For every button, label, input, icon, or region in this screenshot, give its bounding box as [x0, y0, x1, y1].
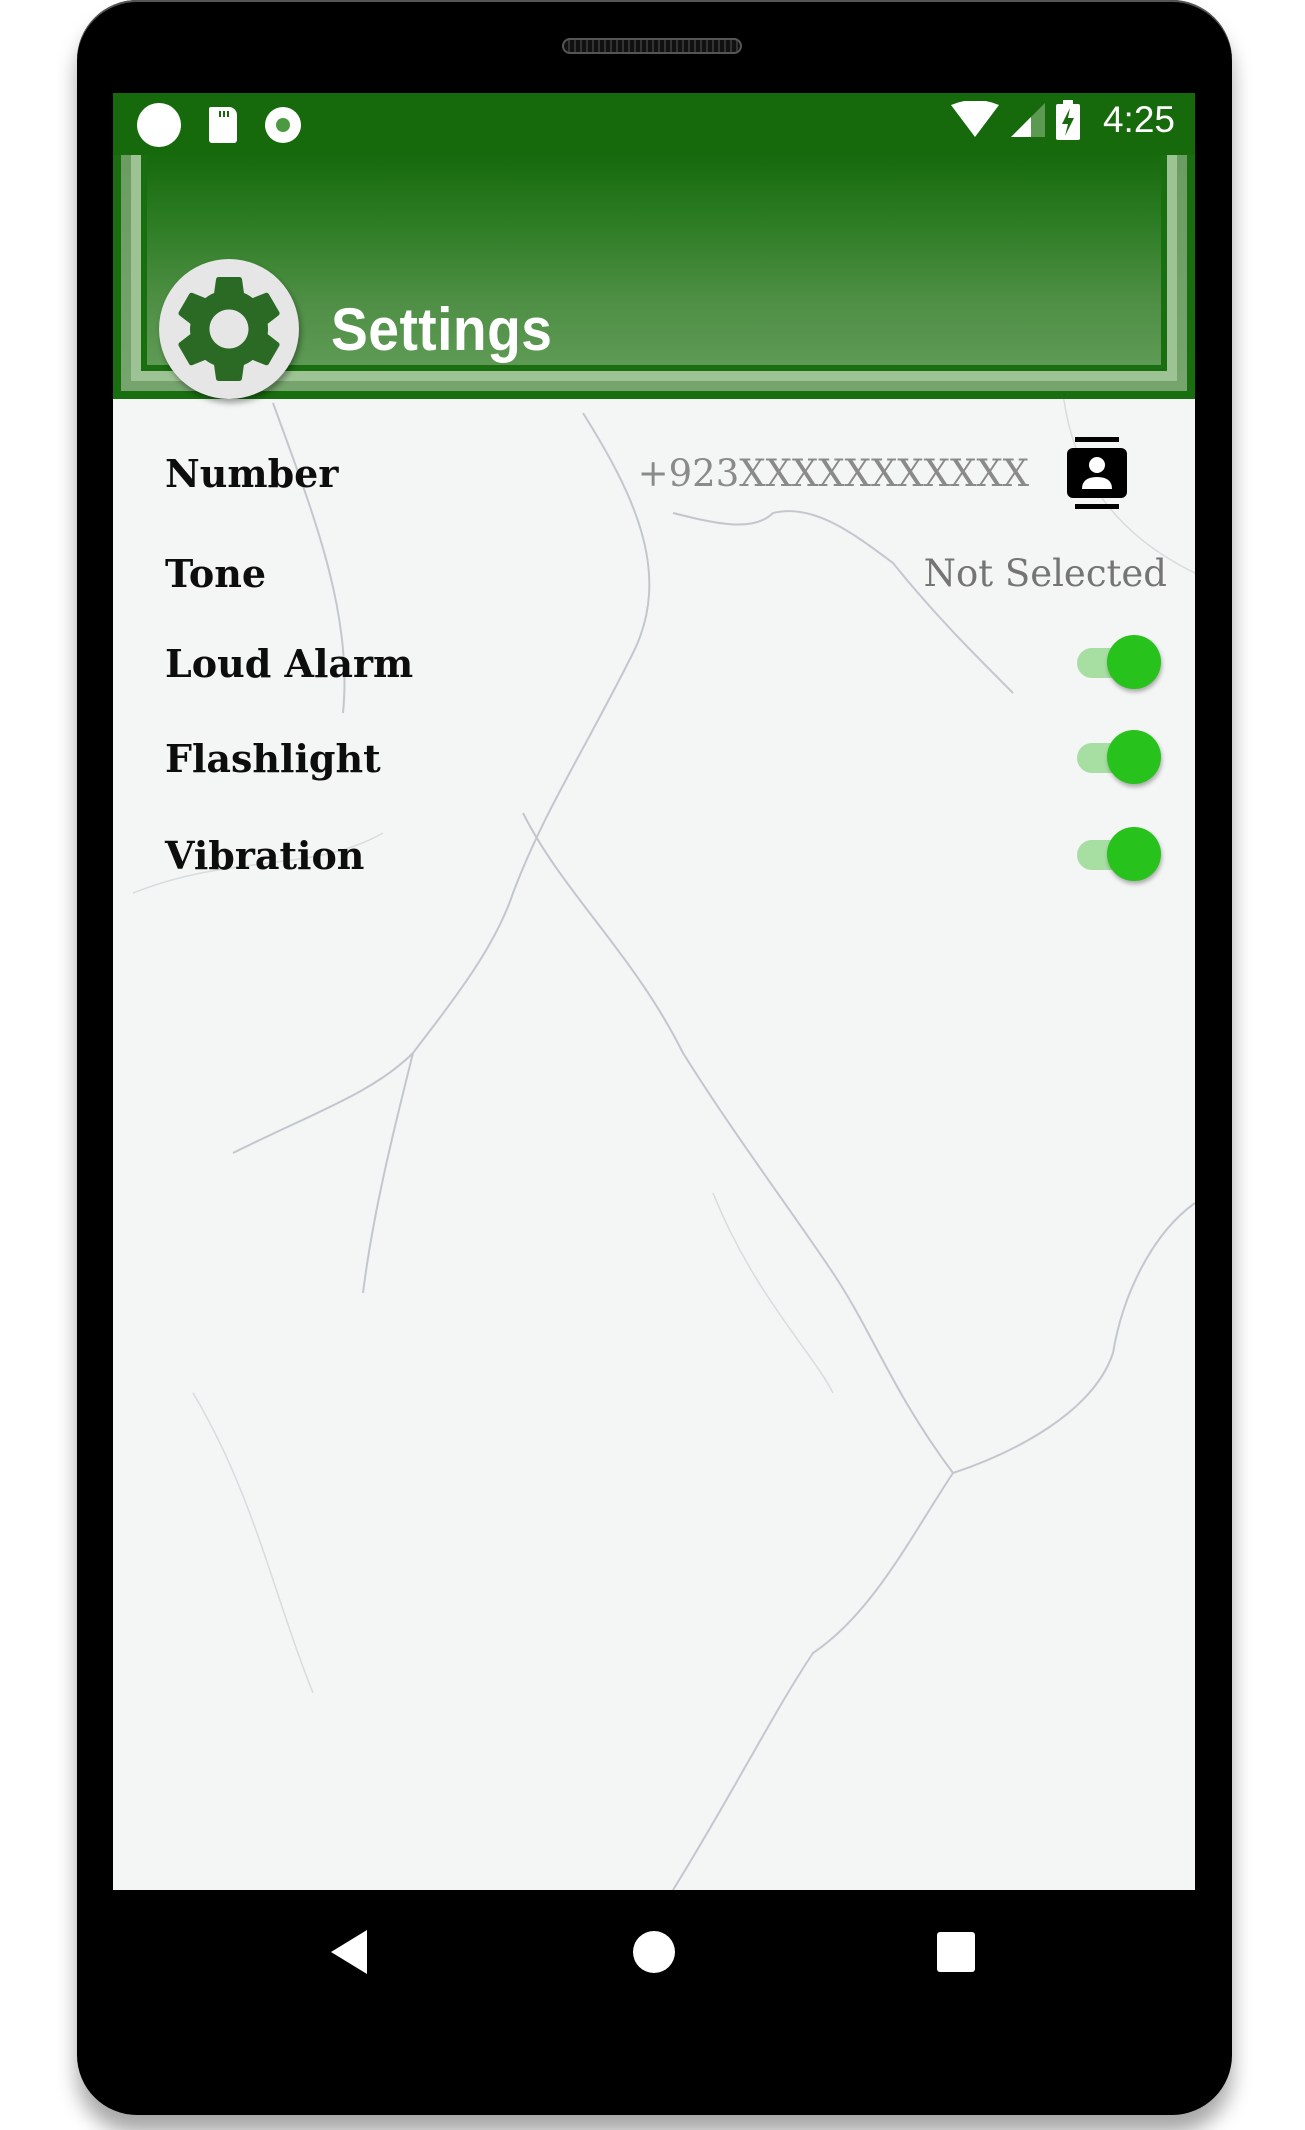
vibration-switch[interactable] — [1077, 827, 1161, 883]
navigation-bar — [113, 1890, 1195, 2010]
settings-logo — [159, 259, 299, 399]
status-bar: 4:25 — [113, 93, 1195, 155]
cellular-signal-icon — [1010, 103, 1045, 137]
tone-value[interactable]: Not Selected — [924, 552, 1167, 595]
speaker-grille — [562, 38, 742, 54]
app-header: Settings — [113, 155, 1195, 399]
loud-alarm-label: Loud Alarm — [165, 640, 414, 686]
gear-icon — [178, 277, 280, 381]
battery-charging-icon — [1055, 100, 1080, 140]
setting-loud-alarm: Loud Alarm — [165, 635, 1161, 691]
flashlight-label: Flashlight — [165, 735, 381, 781]
page-title: Settings — [331, 296, 553, 363]
back-icon[interactable] — [331, 1930, 367, 1974]
wifi-icon — [950, 101, 999, 137]
record-icon — [265, 107, 301, 143]
tone-label: Tone — [165, 551, 267, 596]
setting-flashlight: Flashlight — [165, 730, 1161, 786]
app-screen: 4:25 Settings Number +923XXXXXXXXXXX Ton… — [113, 93, 1195, 1890]
contacts-icon — [1067, 437, 1127, 509]
number-input[interactable]: +923XXXXXXXXXXX — [638, 452, 1029, 495]
setting-number[interactable]: Number +923XXXXXXXXXXX — [165, 437, 1167, 509]
home-icon[interactable] — [633, 1931, 675, 1973]
sd-card-icon — [209, 107, 237, 143]
pick-contact-button[interactable] — [1067, 437, 1127, 509]
setting-vibration: Vibration — [165, 827, 1161, 883]
notification-dot-icon — [137, 103, 181, 147]
recents-icon[interactable] — [937, 1932, 975, 1972]
loud-alarm-switch[interactable] — [1077, 635, 1161, 691]
flashlight-switch[interactable] — [1077, 730, 1161, 786]
vibration-label: Vibration — [165, 832, 365, 878]
status-time: 4:25 — [1102, 99, 1175, 140]
number-label: Number — [165, 450, 339, 496]
setting-tone[interactable]: Tone Not Selected — [165, 551, 1167, 596]
